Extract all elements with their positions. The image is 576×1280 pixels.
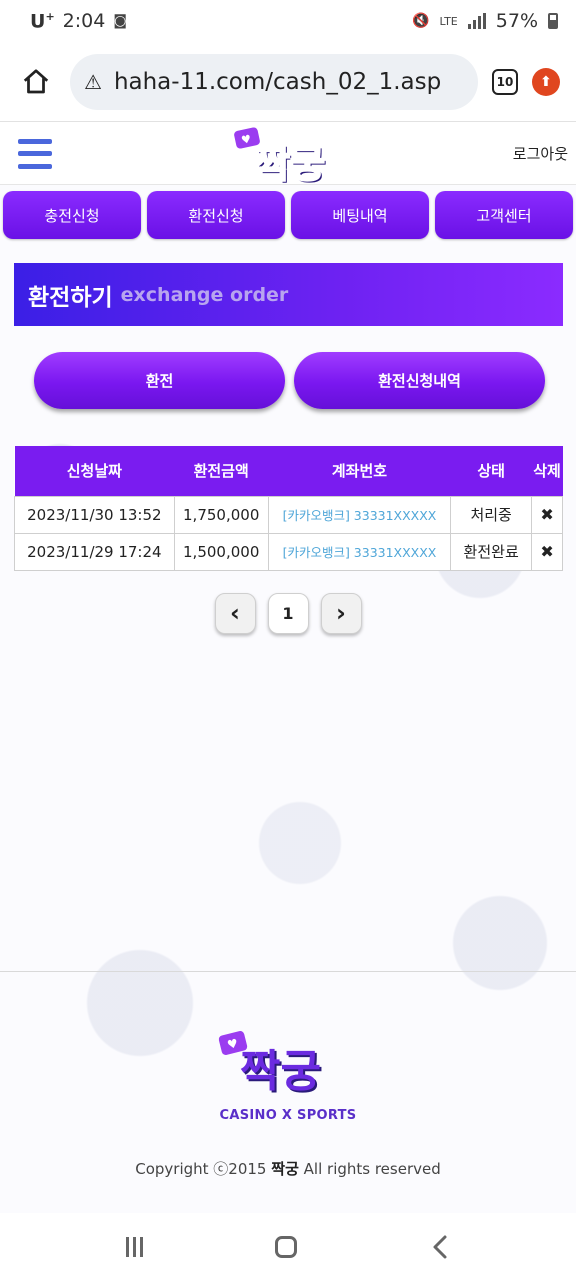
exchange-history-button[interactable]: 환전신청내역: [294, 352, 545, 409]
mute-icon: 🔇: [412, 13, 430, 29]
nav-exchange-request[interactable]: 환전신청: [147, 191, 285, 239]
nav-customer-center[interactable]: 고객센터: [435, 191, 573, 239]
signal-icon: [467, 13, 486, 29]
prev-page-button[interactable]: ‹: [214, 592, 256, 634]
pagination: ‹ 1 ›: [0, 592, 576, 634]
battery-icon: [548, 13, 558, 29]
home-nav-icon[interactable]: [275, 1235, 298, 1258]
logout-link[interactable]: 로그아웃: [513, 143, 568, 164]
page-title: 환전하기: [28, 284, 113, 311]
footer-tagline: CASINO X SPORTS: [219, 1108, 357, 1123]
cell-account: [카카오뱅크] 33331XXXXX: [267, 495, 452, 534]
cell-amount: 1,500,000: [173, 532, 269, 571]
logo-text: 짝궁: [254, 141, 326, 187]
update-icon[interactable]: ⬆: [532, 67, 560, 96]
table-header-row: 신청날짜 환전금액 계좌번호 상태 삭제: [14, 446, 563, 496]
copyright: Copyright ⓒ2015 짝궁 All rights reserved: [135, 1160, 441, 1178]
column-header-status: 상태: [477, 462, 505, 481]
delete-icon[interactable]: ✖: [531, 495, 563, 534]
next-page-button[interactable]: ›: [320, 592, 362, 634]
status-bar: U+ 2:04 ◙ 🔇 LTE 57%: [0, 0, 576, 42]
cell-status: 환전완료: [450, 532, 533, 571]
action-row: 환전 환전신청내역: [0, 326, 576, 409]
site-header: ♥ 짝궁 로그아웃: [0, 123, 576, 187]
exchange-button[interactable]: 환전: [34, 352, 285, 409]
page-number-button[interactable]: 1: [267, 592, 309, 634]
system-nav-bar: [0, 1213, 576, 1280]
browser-toolbar: ⚠ haha-11.com/cash_02_1.asp 10 ⬆: [0, 42, 576, 122]
column-header-delete: 삭제: [533, 462, 561, 481]
url-text: haha-11.com/cash_02_1.asp: [113, 68, 442, 95]
page-title-bar: 환전하기 exchange order: [14, 263, 563, 326]
back-icon[interactable]: [430, 1234, 450, 1260]
column-header-amount: 환전금액: [193, 462, 249, 481]
cell-status: 처리중: [450, 495, 533, 534]
warning-icon: ⚠: [84, 69, 102, 94]
menu-icon[interactable]: [18, 138, 52, 169]
exchange-table: 신청날짜 환전금액 계좌번호 상태 삭제 2023/11/30 13:52 1,…: [14, 446, 563, 571]
table-row: 2023/11/29 17:24 1,500,000 [카카오뱅크] 33331…: [14, 532, 563, 571]
recent-apps-icon[interactable]: [126, 1236, 144, 1257]
footer-logo-text: 짝궁: [240, 1046, 321, 1097]
delete-icon[interactable]: ✖: [531, 532, 563, 571]
main-nav: 충전신청 환전신청 베팅내역 고객센터: [0, 185, 576, 239]
page-content: ♥ 짝궁 로그아웃 충전신청 환전신청 베팅내역 고객센터 환전하기 excha…: [0, 123, 576, 1213]
notification-icon: ◙: [113, 12, 127, 29]
nav-deposit-request[interactable]: 충전신청: [3, 191, 141, 239]
home-icon: [23, 68, 49, 93]
column-header-account: 계좌번호: [331, 462, 388, 481]
table-row: 2023/11/30 13:52 1,750,000 [카카오뱅크] 33331…: [14, 495, 563, 534]
page-subtitle: exchange order: [120, 283, 289, 306]
footer-divider: [0, 971, 576, 972]
battery-percent: 57%: [495, 10, 538, 32]
exchange-table-container: 신청날짜 환전금액 계좌번호 상태 삭제 2023/11/30 13:52 1,…: [14, 446, 563, 571]
column-header-date: 신청날짜: [66, 462, 122, 481]
tab-switcher-button[interactable]: 10: [492, 68, 518, 95]
site-logo[interactable]: ♥ 짝궁: [233, 125, 343, 187]
cell-date: 2023/11/29 17:24: [14, 532, 175, 571]
cell-amount: 1,750,000: [173, 495, 269, 534]
cell-date: 2023/11/30 13:52: [14, 495, 175, 534]
cell-account: [카카오뱅크] 33331XXXXX: [267, 532, 452, 571]
address-bar[interactable]: ⚠ haha-11.com/cash_02_1.asp: [70, 53, 478, 110]
home-button[interactable]: [16, 62, 56, 102]
carrier-label: U+: [30, 9, 55, 33]
clock: 2:04: [62, 9, 106, 32]
nav-betting-history[interactable]: 베팅내역: [291, 191, 429, 239]
network-label: LTE: [439, 14, 458, 28]
